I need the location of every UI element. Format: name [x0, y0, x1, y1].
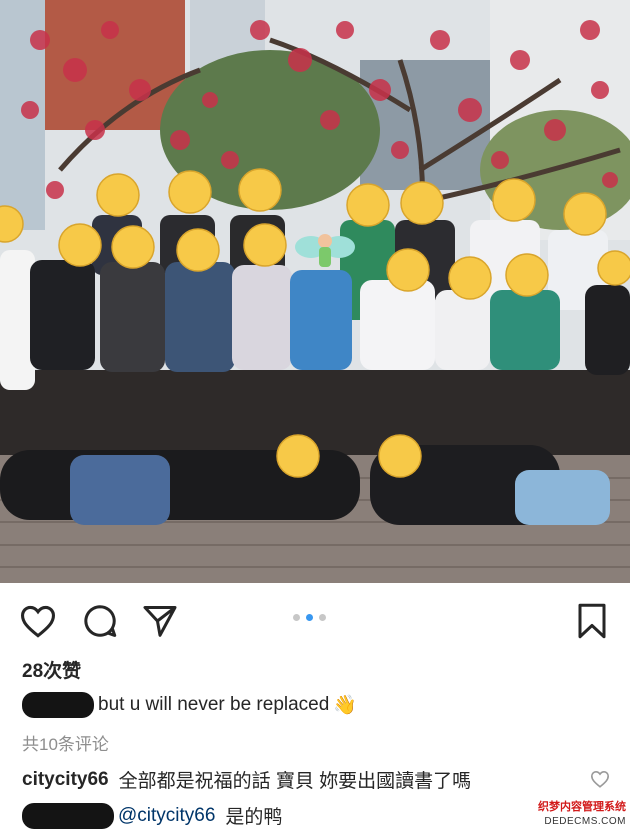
heart-icon[interactable] — [18, 601, 58, 641]
comment-item: citycity66 全部都是祝福的話 寶貝 妳要出國讀書了嗎 — [22, 766, 471, 793]
carousel-dot — [293, 614, 300, 621]
comment-item: @citycity66 是的鸭 — [22, 802, 282, 829]
comment-username[interactable]: citycity66 — [22, 769, 109, 791]
post-photo[interactable] — [0, 0, 630, 583]
redacted-username — [22, 802, 114, 829]
waving-hand-emoji: 👋 — [333, 695, 357, 716]
comment-icon[interactable] — [80, 601, 120, 641]
redacted-username — [22, 692, 94, 718]
comment-text: 是的鸭 — [225, 807, 283, 828]
like-count[interactable]: 28次赞 — [22, 656, 81, 683]
heart-small-icon[interactable] — [590, 770, 610, 793]
watermark-line2: DEDECMS.COM — [544, 816, 626, 827]
comment-text: 全部都是祝福的話 寶貝 妳要出國讀書了嗎 — [118, 771, 472, 792]
view-all-comments-link[interactable]: 共10条评论 — [22, 730, 109, 755]
carousel-dot-active — [306, 614, 313, 621]
post-action-bar — [0, 583, 630, 653]
comment-mention[interactable]: @citycity66 — [118, 805, 215, 827]
caption-text: but u will never be replaced — [98, 694, 330, 715]
carousel-indicator — [293, 614, 326, 621]
post-caption: but u will never be replaced 👋 — [22, 692, 357, 718]
watermark-line1: 织梦内容管理系统 — [538, 801, 626, 813]
carousel-dot — [319, 614, 326, 621]
group-photo-illustration — [0, 0, 630, 583]
site-watermark: 织梦内容管理系统 DEDECMS.COM — [514, 800, 626, 834]
share-icon[interactable] — [140, 601, 180, 641]
bookmark-icon[interactable] — [572, 601, 612, 641]
